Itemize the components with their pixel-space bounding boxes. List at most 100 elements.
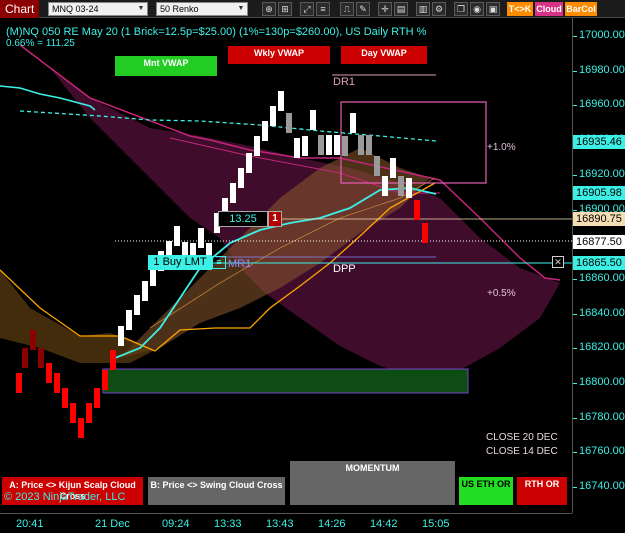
bar-type-selector[interactable]: 50 Renko ▼	[156, 2, 248, 16]
price-tick-mark	[573, 174, 577, 176]
price-tick-mark	[573, 383, 577, 384]
renko-brick	[78, 418, 84, 438]
day-vwap-label: Day VWAP	[341, 46, 427, 64]
copy-icon[interactable]: ❐	[454, 2, 468, 16]
time-tick-label: 14:42	[370, 518, 398, 530]
renko-brick	[46, 363, 52, 383]
time-axis[interactable]: 20:41 21 Dec 09:24 13:33 13:43 14:26 14:42 15:0…	[0, 513, 572, 533]
time-tick-label: 14:26	[318, 518, 346, 530]
instrument-value: MNQ 03-24	[52, 4, 99, 14]
renko-brick	[22, 348, 28, 368]
instrument-selector[interactable]: MNQ 03-24 ▼	[48, 2, 148, 16]
swing-cross-button[interactable]: B: Price <> Swing Cloud Cross	[148, 477, 285, 505]
order-handle-icon[interactable]: ≡	[212, 256, 226, 269]
cancel-order-close-icon[interactable]: ✕	[552, 256, 564, 268]
renko-brick	[30, 330, 36, 350]
renko-brick	[70, 403, 76, 423]
rth-or-button[interactable]: RTH OR	[517, 477, 567, 505]
chart-panel[interactable]: (M)NQ 050 RE May 20 (1 Brick=12.5p=$25.0…	[0, 18, 572, 513]
momentum-label: MOMENTUM	[345, 463, 400, 473]
price-tick-label: 16800.00	[579, 376, 625, 388]
renko-brick	[366, 135, 372, 155]
us-eth-or-button[interactable]: US ETH OR	[459, 477, 513, 505]
tk-toggle-button[interactable]: T<>K	[507, 2, 533, 16]
copyright-text: © 2023 NinjaTrader, LLC	[4, 491, 126, 503]
time-tick-label: 09:24	[162, 518, 190, 530]
swing-cross-label: B: Price <> Swing Cloud Cross	[150, 480, 283, 490]
renko-brick	[286, 113, 292, 133]
renko-brick	[318, 135, 324, 155]
renko-brick	[246, 153, 252, 173]
renko-brick	[406, 178, 412, 198]
renko-brick	[94, 388, 100, 408]
renko-brick	[294, 138, 300, 158]
data-series-icon[interactable]: ⊞	[278, 2, 292, 16]
order-qty-badge[interactable]: 1	[268, 211, 282, 227]
price-tick-mark	[573, 70, 577, 72]
price-tick-label: 16920.00	[579, 167, 625, 180]
time-tick-label: 20:41	[16, 518, 44, 530]
share-icon[interactable]: ▣	[486, 2, 500, 16]
renko-brick	[142, 281, 148, 301]
bar-type-value: 50 Renko	[160, 4, 199, 14]
zoom-icon[interactable]: ⤢	[300, 2, 314, 16]
price-tag: 16935.46	[573, 135, 625, 149]
chevron-down-icon: ▼	[237, 5, 245, 12]
renko-brick	[278, 91, 284, 111]
bar-chart-icon[interactable]: ▥	[416, 2, 430, 16]
buy-limit-order-label[interactable]: 1 Buy LMT	[148, 255, 212, 270]
time-tick-label: 13:43	[266, 518, 294, 530]
renko-brick	[38, 348, 44, 368]
dpp-label: DPP	[333, 263, 356, 275]
chevron-down-icon: ▼	[137, 5, 145, 12]
renko-brick	[398, 176, 404, 196]
renko-brick	[334, 135, 340, 155]
renko-brick	[16, 373, 22, 393]
price-tick-mark	[573, 452, 577, 454]
price-tick-label: 17000.00	[579, 29, 625, 41]
close-20-dec-label: CLOSE 20 DEC	[486, 432, 558, 443]
snapshot-icon[interactable]: ◉	[470, 2, 484, 16]
pct-up-label: +1.0%	[487, 142, 516, 153]
price-tick-label: 16740.00	[579, 480, 625, 493]
price-tag: 16905.98	[573, 186, 625, 200]
renko-brick	[262, 121, 268, 141]
close-14-dec-label: CLOSE 14 DEC	[486, 446, 558, 457]
drawing-tools-icon[interactable]: ✎	[356, 2, 370, 16]
renko-brick	[374, 156, 380, 176]
wkly-vwap-label: Wkly VWAP	[228, 46, 330, 64]
pct-down-label: +0.5%	[487, 288, 516, 299]
indicators-icon[interactable]: ≡	[316, 2, 330, 16]
renko-brick	[302, 136, 308, 156]
vwap-dashed-line	[19, 110, 437, 142]
price-tick-mark	[573, 36, 577, 37]
momentum-button[interactable]: MOMENTUM	[290, 461, 455, 505]
strategies-icon[interactable]: ⎍	[340, 2, 354, 16]
demand-zone-rect	[102, 368, 469, 394]
templates-icon[interactable]: ▤	[394, 2, 408, 16]
renko-brick	[382, 176, 388, 196]
renko-brick	[270, 106, 276, 126]
price-tag: 16890.75	[573, 212, 625, 226]
renko-brick	[230, 183, 236, 203]
renko-brick	[350, 113, 356, 133]
price-tick-label: 16840.00	[579, 306, 625, 319]
cloud-toggle-button[interactable]: Cloud	[535, 2, 563, 16]
price-tick-mark	[573, 313, 577, 315]
renko-brick	[126, 310, 132, 330]
price-tick-mark	[573, 417, 577, 419]
properties-icon[interactable]: ⚙	[432, 2, 446, 16]
time-tick-label: 15:05	[422, 518, 450, 530]
mr1-label: MR1	[228, 258, 252, 270]
time-tick-label: 13:33	[214, 518, 242, 530]
order-price-box[interactable]: 13.25	[218, 211, 268, 227]
add-indicator-icon[interactable]: ⊕	[262, 2, 276, 16]
price-tick-label: 16760.00	[579, 445, 625, 458]
price-tick-mark	[573, 348, 577, 350]
price-axis[interactable]: 17000.0016980.0016960.0016940.0016920.00…	[572, 18, 625, 513]
price-tick-mark	[573, 209, 577, 211]
barcol-toggle-button[interactable]: BarCol	[565, 2, 597, 16]
renko-brick	[342, 136, 348, 156]
renko-brick	[238, 168, 244, 188]
crosshair-icon[interactable]: ✛	[378, 2, 392, 16]
